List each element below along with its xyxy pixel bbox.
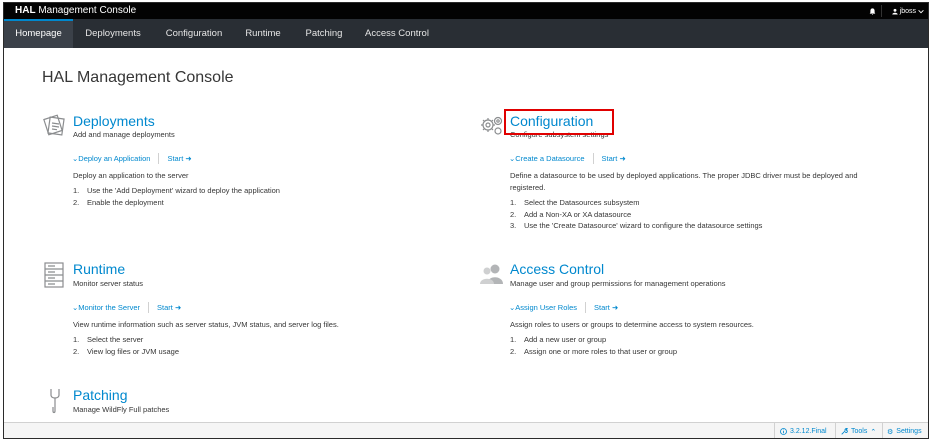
start-label: Start	[594, 303, 610, 312]
action-divider	[158, 153, 160, 164]
card-description: Deploy an application to the server	[73, 171, 189, 180]
card-subtitle: Configure subsystem settings	[510, 130, 609, 139]
card-title[interactable]: Runtime	[73, 261, 125, 277]
chevron-up-icon: ⌃	[870, 428, 877, 436]
footer: 3.2.12.Final Tools ⌃ ⚙ Settings	[4, 422, 928, 438]
list-item: 1. Select the Datasources subsystem	[510, 198, 640, 207]
action-label: Assign User Roles	[515, 303, 577, 312]
notifications-button[interactable]	[865, 3, 879, 19]
card-actions: ⌄Assign User Roles Start ➜	[509, 302, 618, 313]
wrench-icon	[841, 428, 848, 435]
card-title[interactable]: Patching	[73, 387, 127, 403]
start-label: Start	[157, 303, 173, 312]
card-actions: ⌄Create a Datasource Start ➜	[509, 153, 626, 164]
steps-list: 1. Select the Datasources subsystem 2. Add…	[510, 197, 762, 232]
start-button[interactable]: Start ➜	[157, 303, 181, 312]
deploy-application-link[interactable]: ⌄Deploy an Application	[72, 154, 150, 163]
start-button[interactable]: Start ➜	[167, 154, 191, 163]
steps-list: 1. Select the server 2. View log files or …	[73, 334, 179, 357]
footer-divider	[774, 423, 775, 438]
start-button[interactable]: Start ➜	[594, 303, 618, 312]
card-subtitle: Manage WildFly Full patches	[73, 405, 170, 414]
list-item: 2. Assign one or more roles to that user …	[510, 346, 677, 356]
assign-user-roles-link[interactable]: ⌄Assign User Roles	[509, 303, 577, 312]
start-label: Start	[601, 154, 618, 163]
settings-button[interactable]: ⚙ Settings	[887, 423, 922, 438]
list-item: 1. Use the 'Add Deployment' wizard to dep…	[73, 186, 280, 195]
settings-label: Settings	[896, 428, 922, 435]
card-actions: ⌄Monitor the Server Start ➜	[72, 302, 181, 313]
list-item: 3. Use the 'Create Datasource' wizard to …	[510, 221, 763, 230]
card-description: Define a datasource to be used by deploy…	[510, 171, 858, 192]
card-description: Assign roles to users or groups to deter…	[510, 320, 754, 329]
chevron-down-icon	[918, 9, 924, 13]
gear-icon: ⚙	[887, 428, 894, 436]
action-label: Monitor the Server	[78, 303, 140, 312]
page-title: HAL Management Console	[42, 69, 234, 86]
tab-homepage[interactable]: Homepage	[4, 19, 73, 48]
start-label: Start	[167, 154, 184, 163]
arrow-circle-icon: ➜	[619, 154, 626, 163]
brand-rest: Management Console	[35, 5, 137, 16]
username: jboss	[899, 7, 916, 15]
create-datasource-link[interactable]: ⌄Create a Datasource	[509, 154, 585, 163]
user-icon	[891, 8, 898, 14]
version-button[interactable]: 3.2.12.Final	[780, 423, 827, 438]
card-title[interactable]: Access Control	[510, 261, 604, 277]
card-title[interactable]: Deployments	[73, 113, 155, 129]
info-icon	[780, 428, 787, 435]
server-icon	[43, 261, 65, 291]
version-label: 3.2.12.Final	[790, 428, 827, 435]
list-item: 2. View log files or JVM usage	[73, 346, 179, 356]
list-item: 2. Add a Non-XA or XA datasource	[510, 209, 632, 219]
tab-runtime[interactable]: Runtime	[238, 19, 288, 48]
card-subtitle: Manage user and group permissions for ma…	[510, 279, 726, 288]
card-actions: ⌄Deploy an Application Start ➜	[72, 153, 192, 164]
gears-icon	[479, 113, 505, 141]
action-label: Deploy an Application	[78, 154, 151, 163]
action-label: Create a Datasource	[515, 154, 585, 163]
tab-patching[interactable]: Patching	[298, 19, 350, 48]
card-title[interactable]: Configuration	[510, 113, 593, 129]
monitor-server-link[interactable]: ⌄Monitor the Server	[72, 303, 140, 312]
tab-access-control[interactable]: Access Control	[359, 19, 435, 48]
arrow-circle-icon: ➜	[174, 303, 182, 312]
tab-deployments[interactable]: Deployments	[75, 19, 151, 48]
action-divider	[148, 302, 149, 313]
tab-configuration[interactable]: Configuration	[154, 19, 234, 48]
brand-bold: HAL	[15, 5, 36, 16]
steps-list: 1. Use the 'Add Deployment' wizard to dep…	[73, 185, 280, 208]
card-description: View runtime information such as server …	[73, 320, 339, 329]
footer-divider	[882, 423, 883, 438]
bandage-icon	[48, 387, 62, 417]
deployments-icon	[42, 113, 68, 141]
top-bar: HAL Management Console jboss	[4, 3, 928, 19]
list-item: 2. Enable the deployment	[73, 197, 164, 207]
start-button[interactable]: Start ➜	[602, 154, 626, 163]
tools-menu[interactable]: Tools ⌃	[841, 423, 877, 438]
action-divider	[585, 302, 586, 313]
card-subtitle: Monitor server status	[73, 279, 144, 288]
users-icon	[479, 262, 505, 288]
bell-icon	[869, 7, 875, 15]
main-nav: Homepage Deployments Configuration Runti…	[4, 19, 928, 48]
tools-label: Tools	[851, 428, 868, 435]
action-divider	[592, 153, 594, 164]
list-item: 1. Select the server	[73, 335, 144, 344]
user-menu[interactable]: jboss	[884, 3, 924, 19]
list-item: 1. Add a new user or group	[510, 335, 607, 344]
arrow-circle-icon: ➜	[185, 154, 192, 163]
arrow-circle-icon: ➜	[611, 303, 619, 312]
topbar-divider	[881, 5, 882, 17]
app-window: HAL Management Console jboss Homepage De…	[3, 2, 929, 439]
steps-list: 1. Add a new user or group 2. Assign one o…	[510, 334, 677, 357]
brand[interactable]: HAL Management Console	[15, 5, 136, 16]
card-subtitle: Add and manage deployments	[73, 130, 175, 139]
footer-divider	[835, 423, 836, 438]
